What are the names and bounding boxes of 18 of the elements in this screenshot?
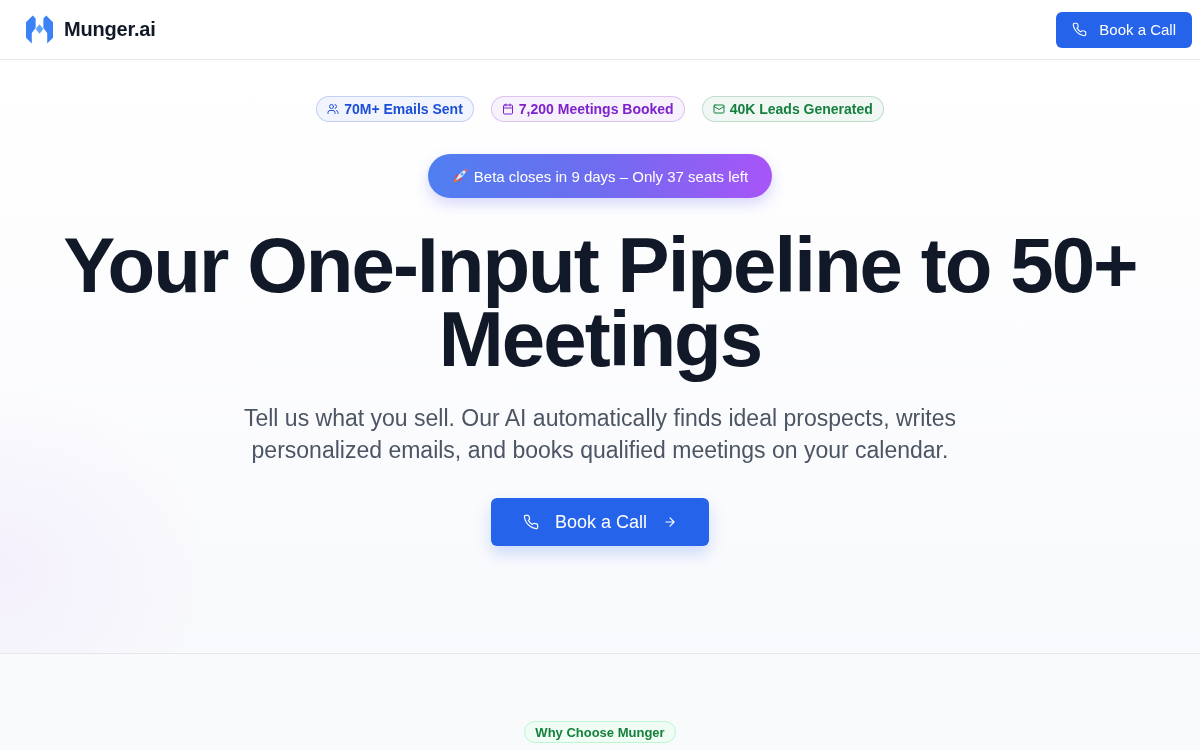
mail-icon <box>712 103 725 115</box>
rocket-icon <box>451 168 468 184</box>
stat-badge: 7,200 Meetings Booked <box>490 96 685 122</box>
hero-subtitle: Tell us what you sell. Our AI automatically finds ideal prospects, writes personalized emails, and books qualified meetings on your calendar. <box>242 404 957 465</box>
book-call-button[interactable]: Book a Call <box>1056 11 1192 48</box>
phone-icon <box>522 514 539 530</box>
stat-badge: 40K Leads Generated <box>701 96 884 122</box>
calendar-icon <box>501 103 514 115</box>
hero-heading: Your One-Input Pipeline to 50+ Meetings <box>62 228 1138 385</box>
arrow-right-icon <box>663 515 678 529</box>
logo-icon <box>26 13 53 46</box>
stat-badge: 70M+ Emails Sent <box>316 96 474 122</box>
announcement-pill: Beta closes in 9 days – Only 37 seats left <box>427 154 773 198</box>
book-call-button[interactable]: Book a Call <box>490 498 710 546</box>
brand-name: Munger.ai <box>64 18 156 41</box>
users-icon <box>327 103 340 115</box>
phone-icon <box>1072 22 1088 37</box>
section-badge: Why Choose Munger <box>524 721 676 743</box>
